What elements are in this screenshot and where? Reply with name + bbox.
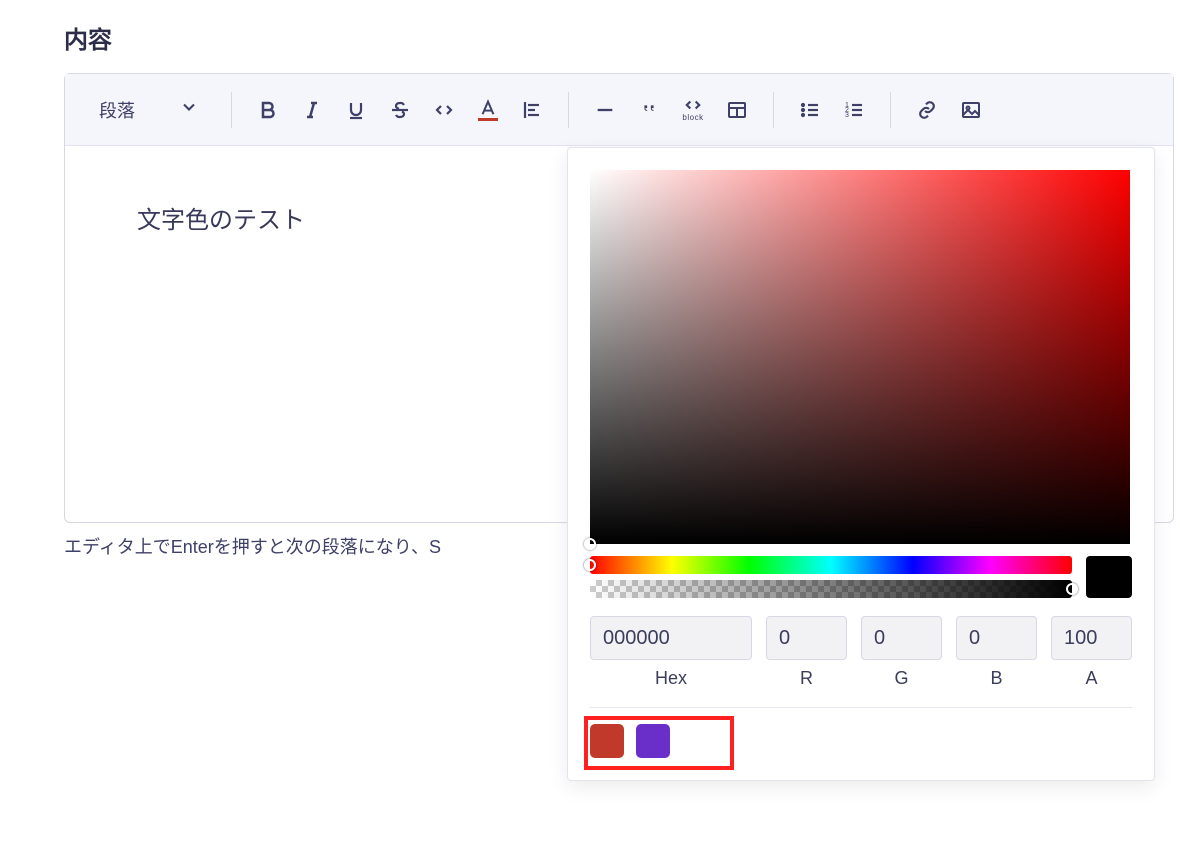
g-input[interactable]	[861, 616, 942, 660]
toolbar-divider	[568, 92, 569, 128]
sv-cursor[interactable]	[584, 538, 596, 550]
hue-thumb[interactable]	[584, 559, 596, 571]
ordered-list-button[interactable]: 123	[832, 88, 876, 132]
hue-slider[interactable]	[590, 556, 1072, 574]
chevron-down-icon	[179, 97, 199, 122]
blockquote-button[interactable]	[627, 88, 671, 132]
a-label: A	[1085, 668, 1097, 689]
preset-swatch-purple[interactable]	[636, 724, 670, 758]
horizontal-rule-button[interactable]	[583, 88, 627, 132]
table-button[interactable]	[715, 88, 759, 132]
alpha-slider[interactable]	[590, 580, 1072, 598]
b-label: B	[990, 668, 1002, 689]
link-button[interactable]	[905, 88, 949, 132]
strikethrough-button[interactable]	[378, 88, 422, 132]
image-button[interactable]	[949, 88, 993, 132]
block-format-select[interactable]: 段落	[81, 74, 217, 146]
color-preview-swatch	[1086, 556, 1132, 598]
block-format-label: 段落	[99, 97, 135, 123]
code-inline-button[interactable]	[422, 88, 466, 132]
italic-button[interactable]	[290, 88, 334, 132]
g-label: G	[894, 668, 908, 689]
underline-button[interactable]	[334, 88, 378, 132]
rich-text-editor: 段落	[64, 73, 1174, 523]
align-button[interactable]	[510, 88, 554, 132]
editor-text-line: 文字色のテスト	[137, 207, 305, 234]
toolbar-divider	[231, 92, 232, 128]
a-input[interactable]	[1051, 616, 1132, 660]
hex-label: Hex	[655, 668, 687, 689]
toolbar-divider	[773, 92, 774, 128]
color-picker-popup: Hex R G B A	[567, 147, 1155, 781]
b-input[interactable]	[956, 616, 1037, 660]
saturation-value-picker[interactable]	[590, 170, 1130, 544]
editor-toolbar: 段落	[65, 74, 1173, 146]
text-color-indicator	[478, 118, 498, 121]
toolbar-divider	[890, 92, 891, 128]
r-input[interactable]	[766, 616, 847, 660]
bullet-list-button[interactable]	[788, 88, 832, 132]
svg-text:3: 3	[845, 112, 849, 119]
bold-button[interactable]	[246, 88, 290, 132]
alpha-thumb[interactable]	[1066, 583, 1078, 595]
hex-input[interactable]	[590, 616, 752, 660]
code-block-label: block	[682, 113, 703, 122]
r-label: R	[800, 668, 813, 689]
preset-swatch-red[interactable]	[590, 724, 624, 758]
text-color-button[interactable]	[466, 88, 510, 132]
code-block-button[interactable]: block	[671, 88, 715, 132]
preset-colors-row	[590, 724, 1132, 758]
field-label: 内容	[64, 20, 1180, 55]
